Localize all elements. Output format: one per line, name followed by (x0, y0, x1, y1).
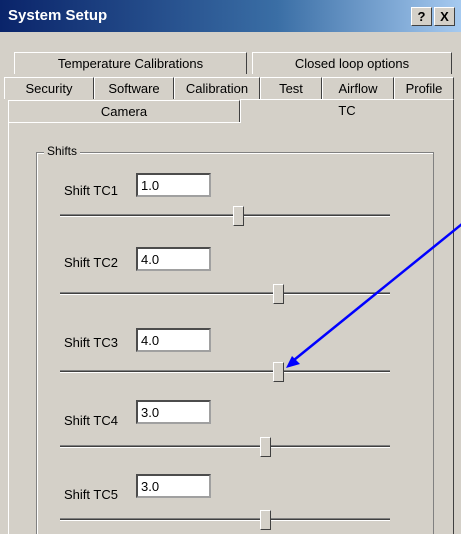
close-button[interactable]: X (434, 7, 455, 26)
tab-profile[interactable]: Profile (394, 77, 454, 99)
tab-closed-loop-options[interactable]: Closed loop options (252, 52, 452, 74)
shift-tc5-label: Shift TC5 (64, 487, 118, 502)
slider-thumb[interactable] (259, 510, 271, 530)
window-title: System Setup (8, 7, 108, 24)
tab-camera[interactable]: Camera (8, 100, 240, 122)
tab-security[interactable]: Security (4, 77, 94, 99)
slider-track (60, 445, 390, 448)
system-setup-window: System Setup ? X Temperature Calibration… (0, 0, 461, 534)
shift-tc5-slider[interactable] (60, 510, 390, 532)
slider-thumb[interactable] (272, 362, 284, 382)
shift-tc2-slider[interactable] (60, 284, 390, 306)
shift-tc5-input[interactable] (136, 474, 211, 498)
slider-track (60, 214, 390, 217)
shift-tc4-slider[interactable] (60, 437, 390, 459)
shift-tc1-input[interactable] (136, 173, 211, 197)
shifts-group-label: Shifts (44, 144, 81, 158)
slider-thumb[interactable] (259, 437, 271, 457)
slider-track (60, 370, 390, 373)
slider-track (60, 518, 390, 521)
tab-calibration[interactable]: Calibration (174, 77, 260, 99)
shift-tc1-label: Shift TC1 (64, 183, 118, 198)
help-button[interactable]: ? (411, 7, 432, 26)
shift-tc3-label: Shift TC3 (64, 335, 118, 350)
tab-airflow[interactable]: Airflow (322, 77, 394, 99)
shift-tc3-input[interactable] (136, 328, 211, 352)
shift-tc4-label: Shift TC4 (64, 413, 118, 428)
tab-temperature-calibrations[interactable]: Temperature Calibrations (14, 52, 247, 74)
title-bar[interactable]: System Setup ? X (0, 0, 461, 32)
shift-tc4-input[interactable] (136, 400, 211, 424)
slider-thumb[interactable] (272, 284, 284, 304)
tab-software[interactable]: Software (94, 77, 174, 99)
slider-thumb[interactable] (233, 206, 245, 226)
tab-tc[interactable]: TC (240, 99, 454, 123)
shift-tc1-slider[interactable] (60, 206, 390, 228)
shift-tc3-slider[interactable] (60, 362, 390, 384)
slider-track (60, 292, 390, 295)
tab-test[interactable]: Test (260, 77, 322, 99)
shift-tc2-input[interactable] (136, 247, 211, 271)
shift-tc2-label: Shift TC2 (64, 255, 118, 270)
